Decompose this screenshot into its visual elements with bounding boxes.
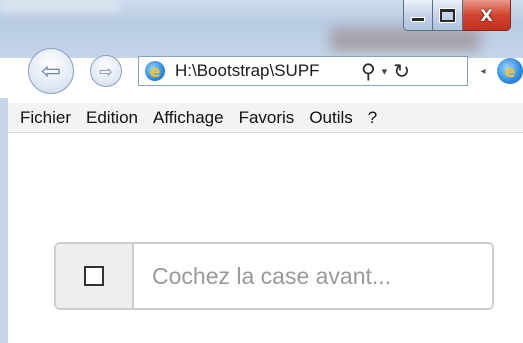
window-titlebar: X bbox=[0, 0, 523, 58]
menu-item-help[interactable]: ? bbox=[368, 108, 377, 128]
close-icon: X bbox=[480, 5, 493, 25]
ie-page-icon: e bbox=[145, 61, 165, 81]
address-bar[interactable]: e H:\Bootstrap\SUPF ⚲ ▾ ↻ bbox=[138, 56, 468, 86]
confirm-checkbox[interactable] bbox=[84, 266, 104, 286]
maximize-icon bbox=[440, 8, 455, 22]
minimize-button[interactable] bbox=[403, 0, 433, 31]
address-actions: ⚲ ▾ ↻ bbox=[361, 59, 410, 83]
refresh-icon[interactable]: ↻ bbox=[393, 59, 410, 83]
menu-item-outils[interactable]: Outils bbox=[309, 108, 352, 128]
tab-scroll-left-icon[interactable]: ◂ bbox=[473, 58, 493, 84]
minimize-icon bbox=[411, 16, 425, 22]
menu-item-fichier[interactable]: Fichier bbox=[20, 108, 71, 128]
chevron-down-icon[interactable]: ▾ bbox=[382, 65, 388, 78]
back-button[interactable]: ⇦ bbox=[28, 48, 74, 94]
window-controls: X bbox=[403, 0, 511, 31]
input-group-addon bbox=[56, 244, 134, 308]
menu-item-edition[interactable]: Edition bbox=[86, 108, 138, 128]
checkbox-input-group bbox=[54, 242, 494, 310]
titlebar-background-blur bbox=[330, 28, 480, 52]
forward-arrow-icon: ⇨ bbox=[99, 61, 113, 81]
text-input[interactable] bbox=[134, 244, 492, 308]
address-url[interactable]: H:\Bootstrap\SUPF bbox=[175, 61, 353, 81]
maximize-button[interactable] bbox=[433, 0, 463, 31]
page-content bbox=[8, 133, 523, 343]
tab-ie-icon[interactable]: e bbox=[497, 58, 523, 84]
search-icon[interactable]: ⚲ bbox=[361, 59, 376, 83]
menu-item-favoris[interactable]: Favoris bbox=[239, 108, 295, 128]
window-left-border bbox=[0, 98, 8, 343]
menu-bar: Fichier Edition Affichage Favoris Outils… bbox=[8, 103, 523, 133]
forward-button[interactable]: ⇨ bbox=[90, 55, 122, 87]
back-arrow-icon: ⇦ bbox=[40, 57, 62, 85]
close-button[interactable]: X bbox=[463, 0, 511, 31]
titlebar-blur bbox=[0, 0, 120, 12]
menu-item-affichage[interactable]: Affichage bbox=[153, 108, 224, 128]
